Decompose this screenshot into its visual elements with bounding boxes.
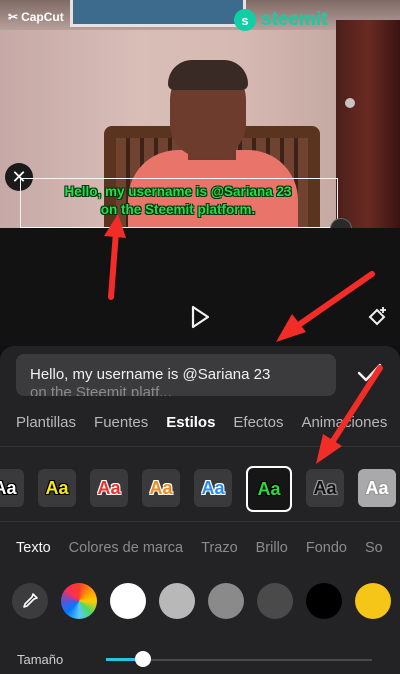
red-arrow-to-preset-icon bbox=[328, 365, 383, 447]
red-arrow-diagonal-head-icon bbox=[276, 314, 306, 342]
red-arrow-diagonal-icon bbox=[297, 271, 375, 327]
annotation-arrows bbox=[104, 214, 383, 464]
red-arrow-up-head-icon bbox=[104, 214, 126, 238]
red-arrow-up-icon bbox=[108, 229, 119, 300]
